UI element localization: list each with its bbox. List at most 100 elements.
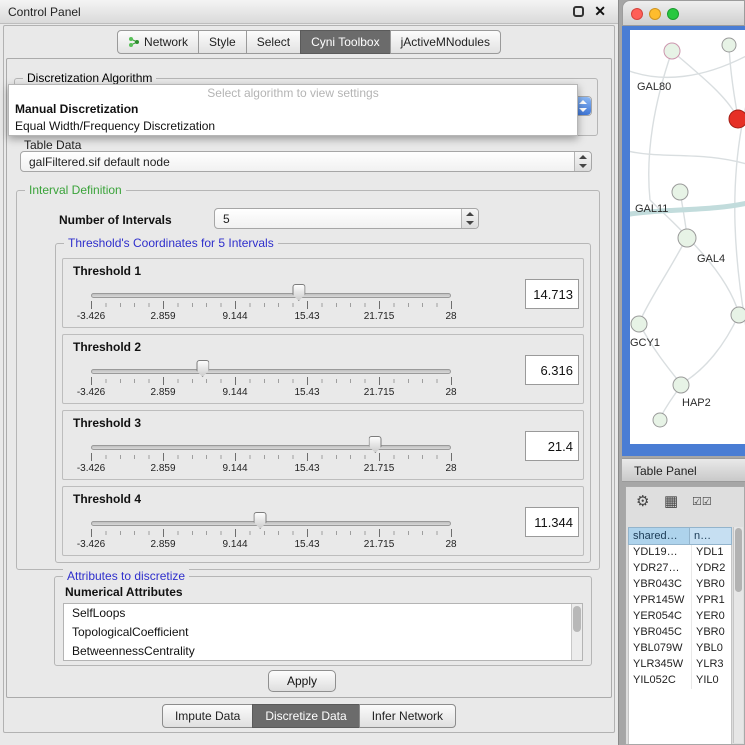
zoom-traffic-light-icon[interactable] [667, 8, 679, 20]
table-row[interactable]: YLR345WYLR3 [629, 657, 731, 673]
threshold-value-field[interactable]: 21.4 [525, 431, 579, 461]
attributes-scrollbar[interactable] [571, 604, 582, 660]
network-edge [639, 323, 681, 384]
numerical-attributes-list[interactable]: SelfLoopsTopologicalCoefficientBetweenne… [63, 603, 583, 661]
tab-network[interactable]: Network [117, 30, 199, 54]
tab-select[interactable]: Select [246, 30, 301, 54]
list-item[interactable]: TopologicalCoefficient [64, 623, 582, 642]
minimize-traffic-light-icon[interactable] [649, 8, 661, 20]
scrollbar-thumb[interactable] [735, 528, 742, 592]
slider-track[interactable] [91, 521, 451, 526]
table-cell[interactable]: YIL0 [691, 673, 731, 689]
network-node[interactable] [631, 316, 647, 332]
threshold-4-slider[interactable]: -3.4262.8599.14415.4321.71528 [91, 491, 451, 555]
network-window-titlebar[interactable] [622, 0, 745, 26]
scrollbar-thumb[interactable] [573, 606, 581, 632]
table-cell[interactable]: YBR0 [691, 625, 731, 641]
network-node[interactable] [722, 38, 736, 52]
table-cell[interactable]: YLR345W [629, 657, 691, 673]
threshold-4-panel: Threshold 4 -3.4262.8599.14415.4321.7152… [62, 486, 584, 556]
threshold-value-field[interactable]: 6.316 [525, 355, 579, 385]
table-cell[interactable]: YBR0 [691, 577, 731, 593]
slider-track[interactable] [91, 369, 451, 374]
table-data-combobox[interactable]: galFiltered.sif default node [20, 151, 592, 172]
table-cell[interactable]: YBR045C [629, 625, 691, 641]
tab-impute-data[interactable]: Impute Data [162, 704, 253, 728]
table-cell[interactable]: YER054C [629, 609, 691, 625]
network-node[interactable] [653, 413, 667, 427]
scale-label: -3.426 [77, 311, 105, 322]
threshold-value-field[interactable]: 11.344 [525, 507, 579, 537]
table-cell[interactable]: YBR043C [629, 577, 691, 593]
select-rows-icon[interactable]: ☑☑ [692, 495, 712, 508]
dropdown-option-equal-width[interactable]: Equal Width/Frequency Discretization [9, 118, 577, 135]
table-row[interactable]: YDR27…YDR2 [629, 561, 731, 577]
table-cell[interactable]: YIL052C [629, 673, 691, 689]
table-cell[interactable]: YBL079W [629, 641, 691, 657]
list-item[interactable]: SelfLoops [64, 604, 582, 623]
table-panel-header[interactable]: Table Panel [622, 458, 745, 482]
table-cell[interactable]: YDL1 [691, 545, 731, 561]
threshold-3-slider[interactable]: -3.4262.8599.14415.4321.71528 [91, 415, 451, 479]
network-node[interactable] [664, 43, 680, 59]
table-row[interactable]: YBR043CYBR0 [629, 577, 731, 593]
network-node[interactable] [678, 229, 696, 247]
tab-discretize-data[interactable]: Discretize Data [252, 704, 359, 728]
tab-infer-network[interactable]: Infer Network [359, 704, 456, 728]
close-icon[interactable]: ✕ [594, 3, 606, 20]
list-item[interactable]: BetweennessCentrality [64, 642, 582, 661]
slider-thumb[interactable] [254, 512, 267, 529]
table-cell[interactable]: YDL19… [629, 545, 691, 561]
table-cell[interactable]: YDR27… [629, 561, 691, 577]
attributes-group: Attributes to discretize Numerical Attri… [54, 576, 592, 666]
slider-thumb[interactable] [196, 360, 209, 377]
slider-thumb[interactable] [369, 436, 382, 453]
close-traffic-light-icon[interactable] [631, 8, 643, 20]
threshold-1-slider[interactable]: -3.4262.8599.14415.4321.71528 [91, 263, 451, 327]
network-node[interactable] [729, 110, 745, 128]
table-scrollbar[interactable] [733, 527, 743, 743]
table-panel-title: Table Panel [634, 464, 697, 478]
combo-stepper-icon[interactable] [574, 152, 591, 171]
table-row[interactable]: YPR145WYPR1 [629, 593, 731, 609]
slider-thumb[interactable] [292, 284, 305, 301]
table-row[interactable]: YDL19…YDL1 [629, 545, 731, 561]
gear-icon[interactable]: ⚙ [636, 492, 649, 510]
column-header-shared-name[interactable]: shared… [628, 527, 690, 545]
major-tick [451, 377, 452, 385]
table-cell[interactable]: YPR1 [691, 593, 731, 609]
dropdown-option-manual[interactable]: Manual Discretization [9, 101, 577, 118]
columns-icon[interactable]: ▦ [664, 492, 678, 510]
slider-track[interactable] [91, 445, 451, 450]
column-header-name[interactable]: n… [690, 527, 732, 545]
table-cell[interactable]: YBL0 [691, 641, 731, 657]
scale-label: 21.715 [364, 311, 395, 322]
table-cell[interactable]: YLR3 [691, 657, 731, 673]
table-cell[interactable]: YDR2 [691, 561, 731, 577]
table-row[interactable]: YBL079WYBL0 [629, 641, 731, 657]
scale-label: 2.859 [150, 463, 175, 474]
network-node[interactable] [731, 307, 745, 323]
table-row[interactable]: YBR045CYBR0 [629, 625, 731, 641]
apply-button[interactable]: Apply [268, 670, 336, 692]
threshold-value-field[interactable]: 14.713 [525, 279, 579, 309]
combo-stepper-icon[interactable] [461, 209, 478, 228]
table-cell[interactable]: YER0 [691, 609, 731, 625]
table-cell[interactable]: YPR145W [629, 593, 691, 609]
network-canvas[interactable]: GAL80GAL11GAL4GCY1HAP2 [630, 30, 745, 444]
network-node[interactable] [673, 377, 689, 393]
tab-jactivemnodules[interactable]: jActiveMNodules [390, 30, 501, 54]
number-of-intervals-combobox[interactable]: 5 [214, 208, 479, 229]
table-row[interactable]: YER054CYER0 [629, 609, 731, 625]
network-node[interactable] [672, 184, 688, 200]
tab-style[interactable]: Style [198, 30, 247, 54]
float-window-icon[interactable] [573, 6, 584, 17]
table-row[interactable]: YIL052CYIL0 [629, 673, 731, 689]
number-of-intervals-label: Number of Intervals [59, 213, 172, 227]
tab-cyni-toolbox[interactable]: Cyni Toolbox [300, 30, 390, 54]
threshold-2-slider[interactable]: -3.4262.8599.14415.4321.71528 [91, 339, 451, 403]
node-table-body[interactable]: YDL19…YDL1YDR27…YDR2YBR043CYBR0YPR145WYP… [628, 545, 732, 744]
algorithm-dropdown-popup: Select algorithm to view settings Manual… [8, 84, 578, 136]
slider-track[interactable] [91, 293, 451, 298]
table-toolbar: ⚙ ▦ ☑☑ [626, 489, 744, 515]
